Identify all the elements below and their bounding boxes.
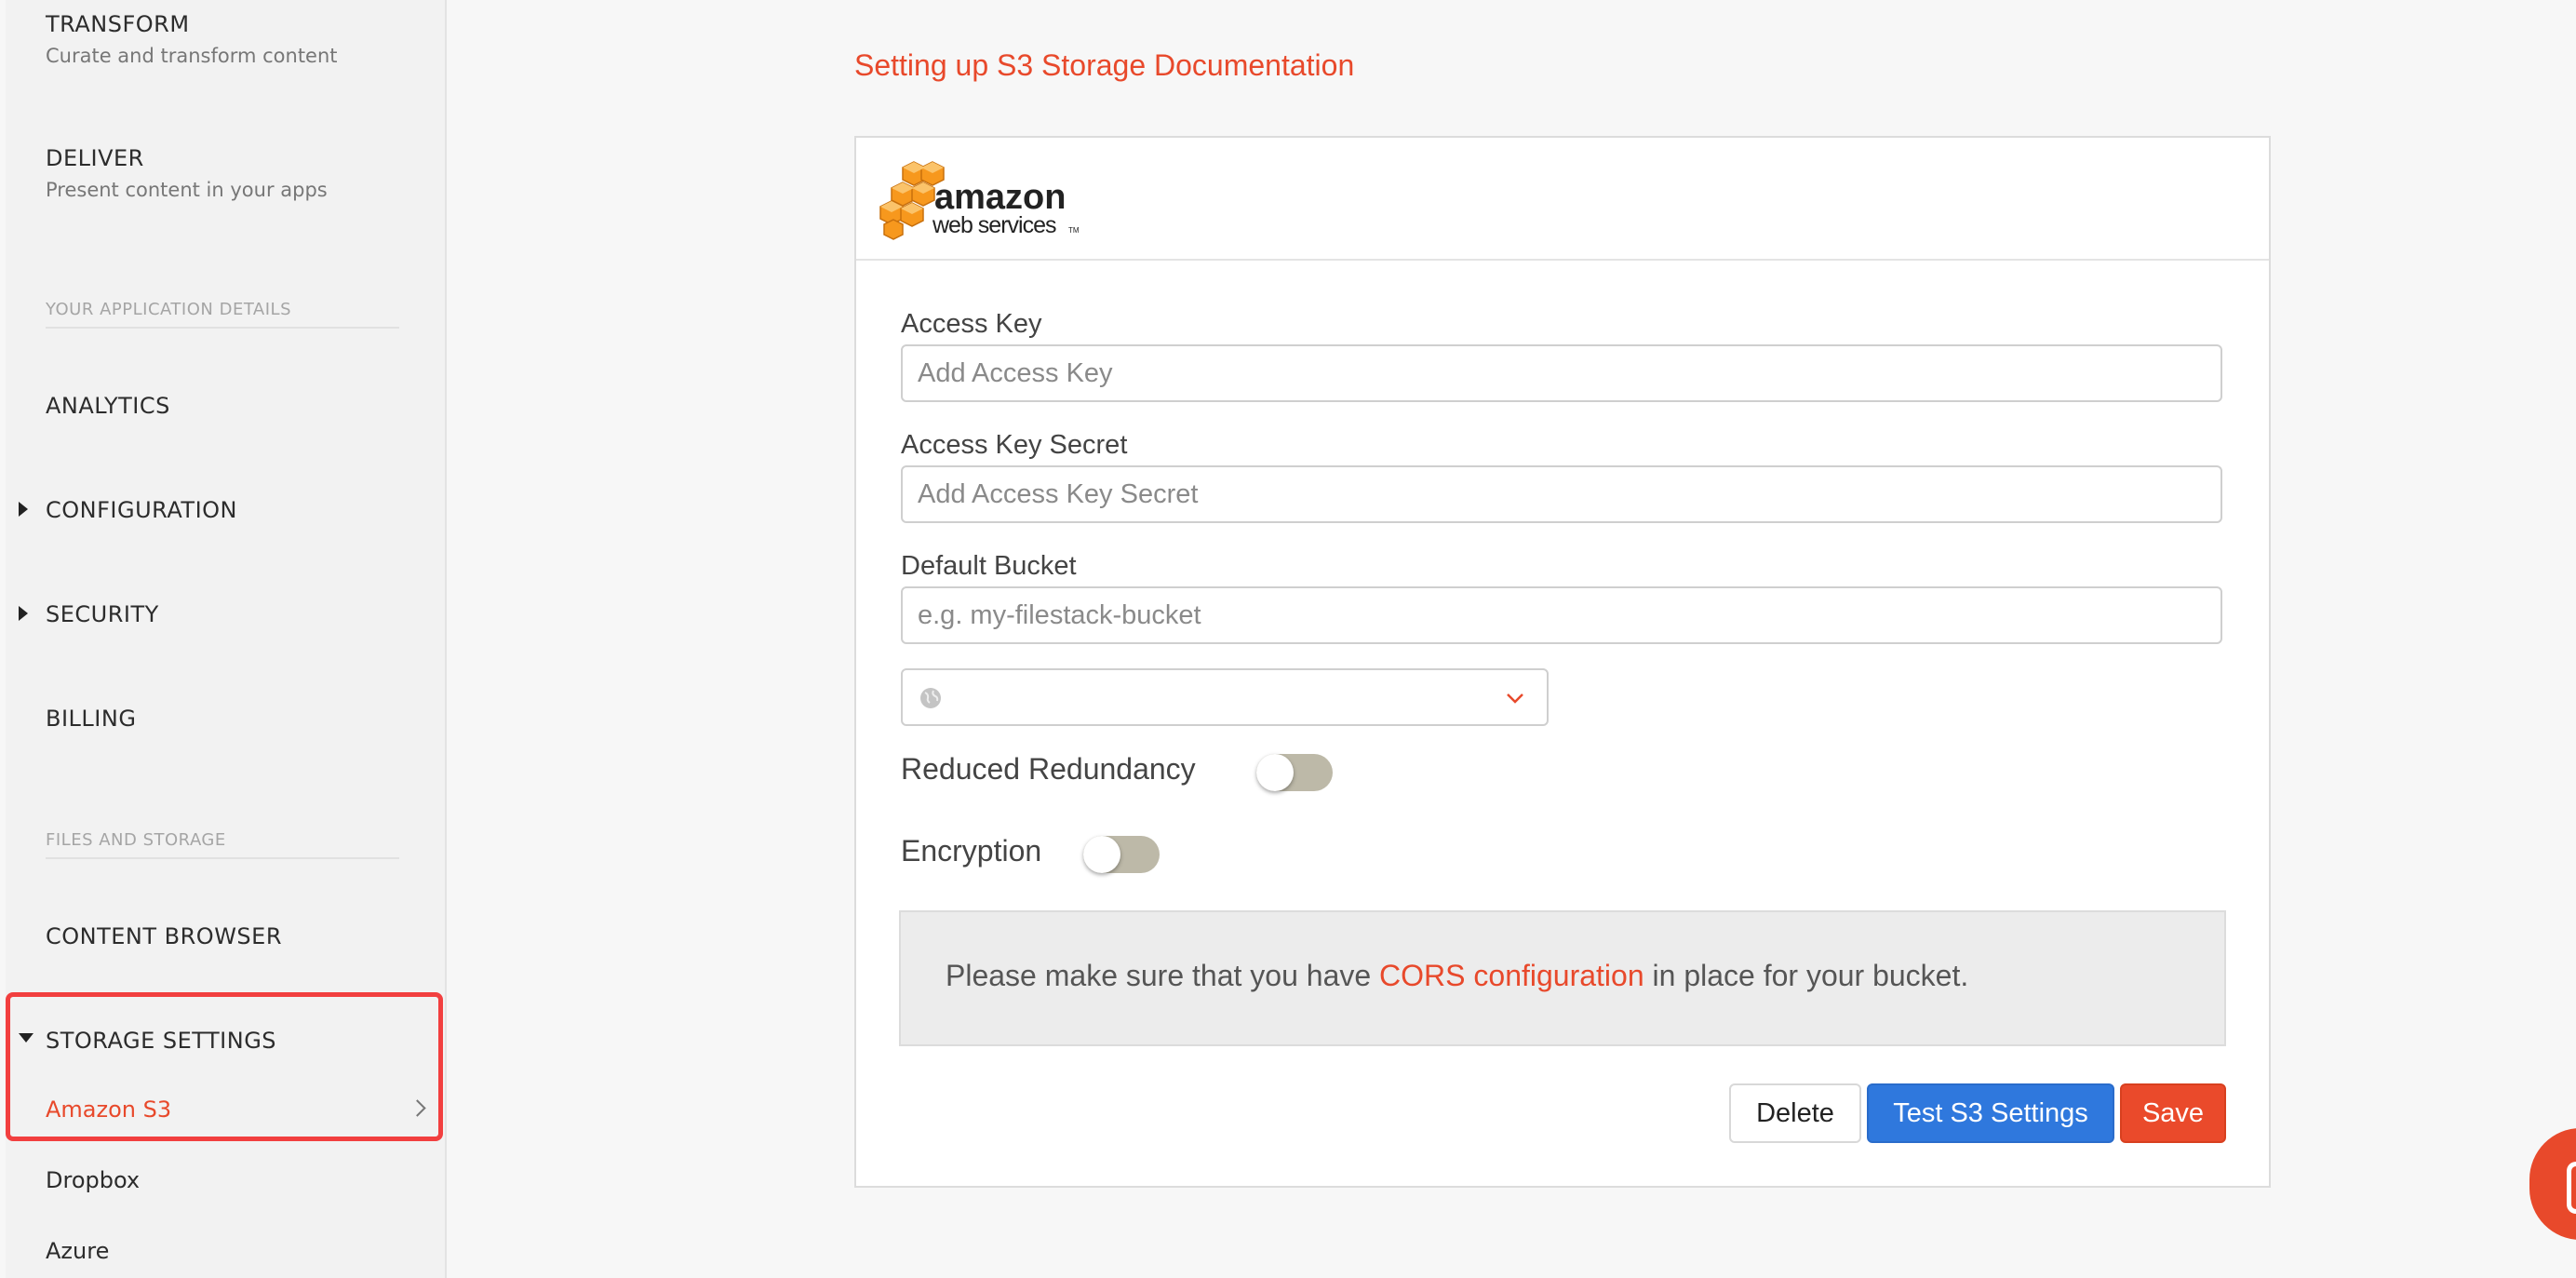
- notice-text-before: Please make sure that you have: [946, 959, 1380, 992]
- cors-notice: Please make sure that you have CORS conf…: [899, 910, 2226, 1046]
- delete-button[interactable]: Delete: [1729, 1083, 1861, 1143]
- cors-configuration-link[interactable]: CORS configuration: [1379, 959, 1644, 992]
- toggle-knob: [1083, 836, 1120, 873]
- sidebar-item-security[interactable]: SECURITY: [46, 601, 159, 627]
- reduced-redundancy-label: Reduced Redundancy: [901, 752, 1196, 786]
- access-key-label: Access Key: [901, 309, 1042, 339]
- sidebar-item-subtitle: Present content in your apps: [46, 179, 328, 201]
- chat-icon: [2567, 1162, 2576, 1214]
- sidebar-item-transform[interactable]: TRANSFORM Curate and transform content: [46, 11, 338, 67]
- sidebar-item-content-browser[interactable]: CONTENT BROWSER: [46, 923, 282, 949]
- aws-cubes-icon: amazon web services TM: [879, 161, 1080, 240]
- region-select[interactable]: [901, 668, 1549, 726]
- sidebar-item-configuration[interactable]: CONFIGURATION: [46, 497, 237, 523]
- caret-right-icon[interactable]: [19, 606, 28, 621]
- chat-widget-button[interactable]: [2529, 1128, 2576, 1240]
- access-key-secret-input[interactable]: [901, 465, 2222, 523]
- sidebar-item-analytics[interactable]: ANALYTICS: [46, 393, 170, 419]
- sidebar-subitem-dropbox[interactable]: Dropbox: [46, 1167, 140, 1193]
- sidebar-item-deliver[interactable]: DELIVER Present content in your apps: [46, 145, 328, 201]
- sidebar-subitem-azure[interactable]: Azure: [46, 1238, 109, 1264]
- sidebar-item-label: DELIVER: [46, 145, 144, 171]
- card-header: amazon web services TM: [856, 138, 2269, 261]
- caret-right-icon[interactable]: [19, 502, 28, 517]
- encryption-toggle[interactable]: [1083, 836, 1160, 873]
- reduced-redundancy-toggle[interactable]: [1256, 754, 1333, 791]
- sidebar-item-subtitle: Curate and transform content: [46, 45, 338, 67]
- aws-logo: amazon web services TM: [877, 158, 1091, 242]
- test-s3-settings-button[interactable]: Test S3 Settings: [1867, 1083, 2114, 1143]
- encryption-label: Encryption: [901, 834, 1042, 868]
- chevron-down-icon: [1507, 693, 1523, 704]
- save-button[interactable]: Save: [2120, 1083, 2226, 1143]
- svg-text:TM: TM: [1068, 226, 1080, 235]
- section-header-app-details: YOUR APPLICATION DETAILS: [46, 300, 399, 329]
- section-header-files-storage: FILES AND STORAGE: [46, 830, 399, 859]
- s3-settings-card: amazon web services TM Access Key Access…: [854, 136, 2271, 1188]
- toggle-knob: [1256, 754, 1294, 791]
- highlight-annotation-box: [6, 992, 443, 1141]
- default-bucket-input[interactable]: [901, 586, 2222, 644]
- access-key-input[interactable]: [901, 344, 2222, 402]
- svg-text:web services: web services: [932, 212, 1056, 238]
- globe-icon: [920, 688, 941, 708]
- default-bucket-label: Default Bucket: [901, 551, 1077, 581]
- svg-text:amazon: amazon: [934, 178, 1066, 217]
- sidebar-item-label: TRANSFORM: [46, 11, 190, 37]
- notice-text-after: in place for your bucket.: [1644, 959, 1969, 992]
- documentation-link[interactable]: Setting up S3 Storage Documentation: [854, 48, 1354, 83]
- sidebar-item-billing[interactable]: BILLING: [46, 706, 136, 732]
- access-key-secret-label: Access Key Secret: [901, 430, 1128, 460]
